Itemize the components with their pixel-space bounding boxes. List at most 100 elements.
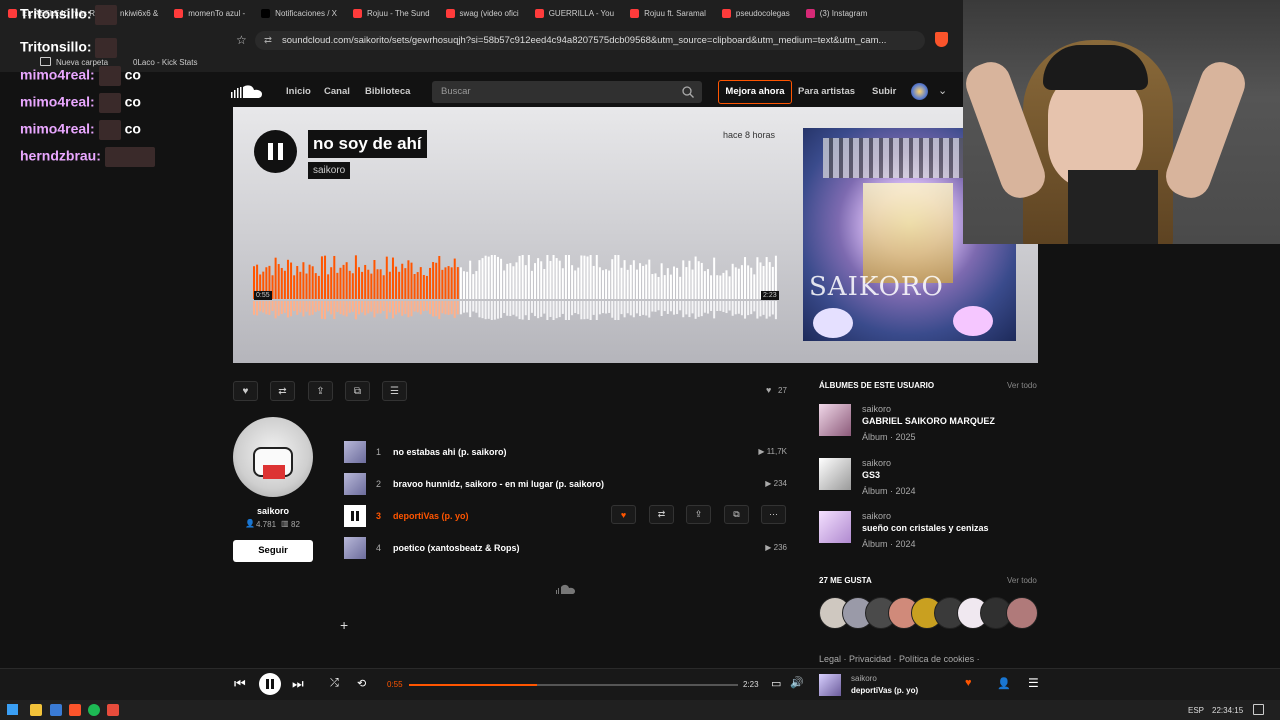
cast-icon[interactable]: ▭: [771, 677, 781, 690]
previous-icon[interactable]: ⏮: [234, 676, 246, 692]
url-field[interactable]: ⇄ soundcloud.com/saikorito/sets/gewrhosu…: [255, 31, 925, 50]
track-more-button[interactable]: ⋯: [761, 505, 786, 524]
track-repost-button[interactable]: ⇄: [649, 505, 674, 524]
album-title[interactable]: sueño con cristales y cenizas: [862, 523, 989, 533]
album-item[interactable]: saikoro sueño con cristales y cenizas Ál…: [819, 511, 1039, 553]
browser-tab[interactable]: Notificaciones / X: [253, 0, 345, 27]
search-icon[interactable]: [682, 86, 694, 98]
liker-avatar[interactable]: [1006, 597, 1038, 629]
track-row[interactable]: 1 no estabas ahi (p. saikoro) ▶ 11,7K: [344, 441, 789, 463]
album-artist[interactable]: saikoro: [862, 404, 891, 414]
track-row-active[interactable]: 3 deportiVas (p. yo) ♥ ⇄ ⇪ ⧉ ⋯: [344, 505, 789, 527]
album-title[interactable]: GABRIEL SAIKORO MARQUEZ: [862, 416, 995, 426]
waveform-bar-reflection: [583, 301, 586, 320]
copy-link-button[interactable]: ⧉: [345, 381, 370, 401]
tracks-count[interactable]: 82: [291, 520, 300, 529]
follow-user-icon[interactable]: 👤: [997, 677, 1011, 690]
track-name[interactable]: deportiVas (p. yo): [393, 511, 469, 521]
track-row[interactable]: 2 bravoo hunnidz, saikoro - en mi lugar …: [344, 473, 789, 495]
pause-button-small[interactable]: [259, 673, 281, 695]
footer-links[interactable]: Legal · Privacidad · Política de cookies…: [819, 654, 980, 664]
upload-link[interactable]: Subir: [872, 86, 896, 97]
taskbar-app-icon[interactable]: [30, 704, 42, 716]
shuffle-icon[interactable]: ⤮: [330, 677, 339, 690]
queue-icon[interactable]: ☰: [1028, 676, 1039, 690]
album-thumbnail[interactable]: [819, 511, 851, 543]
add-to-next-icon: ☰: [390, 385, 399, 397]
repost-button[interactable]: ⇄: [270, 381, 295, 401]
album-artist[interactable]: saikoro: [862, 511, 891, 521]
browser-tab[interactable]: swag (video ofici: [438, 0, 527, 27]
track-copy-button[interactable]: ⧉: [724, 505, 749, 524]
album-item[interactable]: saikoro GS3 Álbum · 2024: [819, 458, 1039, 500]
album-thumbnail[interactable]: [819, 458, 851, 490]
track-name[interactable]: poetico (xantosbeatz & Rops): [393, 543, 520, 553]
progress-track[interactable]: [409, 684, 738, 686]
notification-icon[interactable]: [1253, 704, 1264, 715]
browser-tab[interactable]: (3) Instagram: [798, 0, 876, 27]
album-item[interactable]: saikoro GABRIEL SAIKORO MARQUEZ Álbum · …: [819, 404, 1039, 446]
album-thumbnail[interactable]: [819, 404, 851, 436]
track-thumbnail[interactable]: [344, 441, 366, 463]
taskbar-app-icon[interactable]: [88, 704, 100, 716]
add-to-next-button[interactable]: ☰: [382, 381, 407, 401]
pause-button[interactable]: [254, 130, 297, 173]
follow-button[interactable]: Seguir: [233, 540, 313, 562]
track-thumbnail[interactable]: [344, 473, 366, 495]
waveform[interactable]: [253, 255, 778, 320]
heart-icon[interactable]: ♥: [965, 677, 972, 689]
windows-start-icon[interactable]: [7, 704, 18, 715]
chevron-down-icon[interactable]: ⌄: [938, 84, 947, 97]
taskbar-app-icon[interactable]: [107, 704, 119, 716]
track-thumbnail[interactable]: [344, 505, 366, 527]
browser-tab[interactable]: pseudocolegas: [714, 0, 798, 27]
nav-inicio[interactable]: Inicio: [286, 86, 311, 97]
site-info-icon[interactable]: ⇄: [264, 31, 272, 50]
waveform-bar-top: [639, 263, 642, 299]
browser-tab[interactable]: Rojuu ft. Saramal: [622, 0, 714, 27]
track-name[interactable]: no estabas ahi (p. saikoro): [393, 447, 507, 457]
repeat-icon[interactable]: ⟲: [357, 677, 366, 690]
upgrade-button[interactable]: Mejora ahora: [718, 80, 792, 104]
track-like-button[interactable]: ♥: [611, 505, 636, 524]
browser-tab[interactable]: Rojuu - The Sund: [345, 0, 438, 27]
share-button[interactable]: ⇪: [308, 381, 333, 401]
artist-avatar[interactable]: [233, 417, 313, 497]
for-artists-link[interactable]: Para artistas: [798, 86, 855, 97]
bookmark-star-icon[interactable]: ☆: [236, 33, 247, 47]
bookmark-kick-stats[interactable]: 0Laco - Kick Stats: [133, 58, 197, 67]
taskbar-lang[interactable]: ESP: [1188, 706, 1204, 715]
waveform-bar-top: [574, 270, 577, 299]
volume-icon[interactable]: 🔊: [790, 676, 804, 689]
likes-view-all[interactable]: Ver todo: [1007, 576, 1037, 585]
search-input[interactable]: Buscar: [432, 81, 702, 103]
soundcloud-logo-icon[interactable]: [231, 84, 265, 100]
brave-shield-icon[interactable]: [935, 32, 948, 47]
taskbar-app-icon[interactable]: [69, 704, 81, 716]
albums-view-all[interactable]: Ver todo: [1007, 381, 1037, 390]
waveform-bar-reflection: [558, 301, 561, 318]
nav-biblioteca[interactable]: Biblioteca: [365, 86, 410, 97]
track-share-button[interactable]: ⇪: [686, 505, 711, 524]
like-button[interactable]: ♥: [233, 381, 258, 401]
album-artist[interactable]: saikoro: [862, 458, 891, 468]
taskbar-app-icon[interactable]: [50, 704, 62, 716]
player-thumbnail[interactable]: [819, 674, 841, 696]
album-title[interactable]: GS3: [862, 470, 880, 480]
artist-name[interactable]: saikoro: [233, 506, 313, 516]
player-title[interactable]: deportiVas (p. yo): [851, 686, 918, 695]
track-row[interactable]: 4 poetico (xantosbeatz & Rops) ▶ 236: [344, 537, 789, 559]
taskbar-clock[interactable]: 22:34:15: [1212, 706, 1243, 715]
browser-tab[interactable]: GUERRILLA - You: [527, 0, 622, 27]
user-avatar[interactable]: [911, 83, 928, 100]
waveform-bar-top: [348, 270, 351, 299]
browser-tab[interactable]: momenTo azul -: [166, 0, 253, 27]
track-artist-link[interactable]: saikoro: [308, 162, 351, 179]
nav-canal[interactable]: Canal: [324, 86, 350, 97]
followers-count[interactable]: 4.781: [256, 520, 276, 529]
waveform-bar-top: [432, 262, 435, 299]
next-icon[interactable]: ⏭: [292, 676, 304, 692]
track-thumbnail[interactable]: [344, 537, 366, 559]
track-name[interactable]: bravoo hunnidz, saikoro - en mi lugar (p…: [393, 479, 604, 489]
player-artist[interactable]: saikoro: [851, 674, 877, 683]
